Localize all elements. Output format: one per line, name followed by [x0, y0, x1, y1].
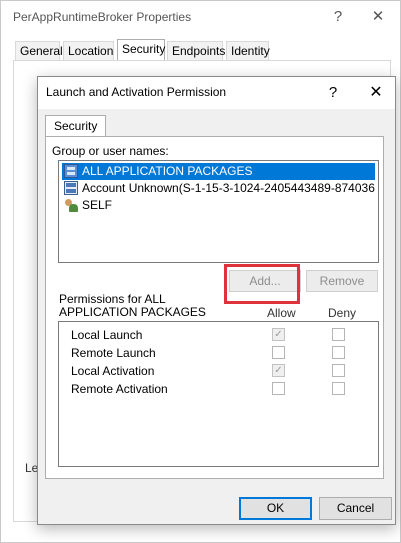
permission-row-local-launch: Local Launch ✓ — [59, 326, 378, 344]
user-name-label: SELF — [82, 198, 113, 212]
app-packages-icon — [64, 164, 78, 178]
permission-name: Local Activation — [71, 364, 155, 378]
allow-column-header: Allow — [267, 306, 296, 320]
allow-checkbox[interactable] — [272, 382, 285, 395]
tab-security[interactable]: Security — [117, 39, 165, 61]
permissions-for-label: Permissions for ALL APPLICATION PACKAGES — [59, 293, 209, 319]
deny-column-header: Deny — [328, 306, 357, 320]
user-name-label: ALL APPLICATION PACKAGES — [82, 164, 253, 178]
user-list[interactable]: ALL APPLICATION PACKAGES Account Unknown… — [58, 160, 379, 263]
permission-row-remote-activation: Remote Activation — [59, 380, 378, 398]
permissions-list: Local Launch ✓ Remote Launch Local Activ… — [58, 321, 379, 467]
dialog-close-button[interactable]: ✕ — [363, 83, 389, 103]
launch-activation-permission-dialog: Launch and Activation Permission ? ✕ Sec… — [37, 76, 396, 525]
dialog-title-bar: Launch and Activation Permission ? ✕ — [38, 77, 395, 109]
list-item-account-unknown[interactable]: Account Unknown(S-1-15-3-1024-2405443489… — [62, 180, 375, 197]
permission-row-local-activation: Local Activation ✓ — [59, 362, 378, 380]
unknown-account-icon — [64, 181, 78, 195]
annotation-highlight-box — [224, 264, 300, 304]
user-name-label: Account Unknown(S-1-15-3-1024-2405443489… — [82, 181, 375, 195]
list-item-self[interactable]: SELF — [62, 197, 375, 214]
permission-name: Remote Activation — [71, 382, 168, 396]
outer-close-button[interactable]: ✕ — [365, 7, 391, 27]
list-item-all-application-packages[interactable]: ALL APPLICATION PACKAGES — [62, 163, 375, 180]
outer-title-bar: PerAppRuntimeBroker Properties ? ✕ — [1, 1, 400, 33]
deny-checkbox[interactable] — [332, 364, 345, 377]
tab-identity[interactable]: Identity — [226, 41, 270, 60]
ok-button[interactable]: OK — [239, 497, 312, 520]
permissions-label-line2: APPLICATION PACKAGES — [59, 305, 206, 319]
dialog-tab-security[interactable]: Security — [45, 115, 107, 137]
permission-row-remote-launch: Remote Launch — [59, 344, 378, 362]
tab-location[interactable]: Location — [63, 41, 114, 60]
remove-button[interactable]: Remove — [306, 270, 378, 292]
outer-window-title: PerAppRuntimeBroker Properties — [13, 10, 192, 24]
dialog-help-button[interactable]: ? — [320, 83, 346, 103]
tab-endpoints[interactable]: Endpoints — [167, 41, 225, 60]
outer-help-button[interactable]: ? — [325, 7, 351, 27]
dialog-title: Launch and Activation Permission — [46, 85, 227, 99]
user-icon — [64, 198, 78, 212]
allow-checkbox[interactable]: ✓ — [272, 328, 285, 341]
deny-checkbox[interactable] — [332, 346, 345, 359]
permission-name: Local Launch — [71, 328, 143, 342]
allow-checkbox[interactable] — [272, 346, 285, 359]
deny-checkbox[interactable] — [332, 382, 345, 395]
allow-checkbox[interactable]: ✓ — [272, 364, 285, 377]
deny-checkbox[interactable] — [332, 328, 345, 341]
cancel-button[interactable]: Cancel — [319, 497, 392, 520]
group-or-user-names-label: Group or user names: — [52, 144, 169, 158]
permission-name: Remote Launch — [71, 346, 156, 360]
tab-general[interactable]: General — [15, 41, 63, 60]
